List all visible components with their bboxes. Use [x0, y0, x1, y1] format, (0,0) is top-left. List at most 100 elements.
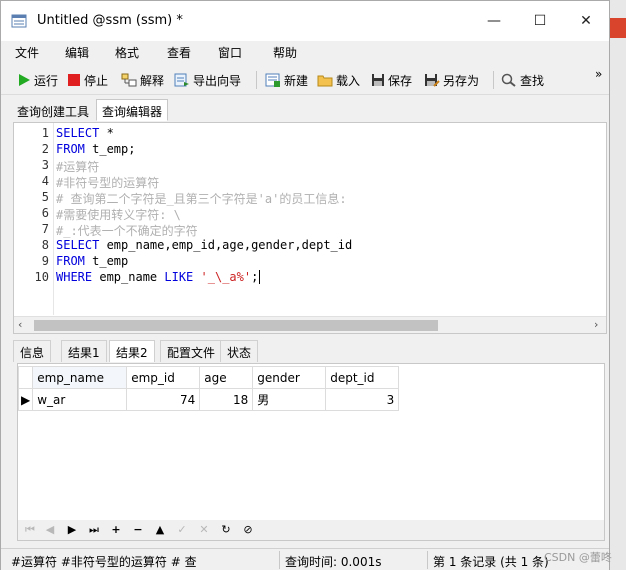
table-cell[interactable]: 3 — [325, 388, 400, 411]
query-tabs: 查询创建工具 查询编辑器 — [11, 97, 609, 121]
load-button[interactable]: 载入 — [317, 71, 360, 89]
tab-result-1[interactable]: 结果1 — [61, 340, 107, 362]
new-button[interactable]: 新建 — [265, 71, 308, 89]
column-header[interactable]: age — [199, 366, 254, 389]
menu-format[interactable]: 格式 — [115, 44, 139, 61]
tab-query-editor[interactable]: 查询编辑器 — [96, 99, 169, 121]
sql-keyword: SELECT — [56, 126, 100, 140]
next-record-icon[interactable]: ▶ — [64, 522, 80, 538]
table-header-row: emp_name emp_id age gender dept_id — [17, 366, 400, 389]
sql-comment: #需要使用转义字符: \ — [56, 208, 181, 222]
scrollbar-thumb[interactable] — [34, 320, 438, 331]
menu-edit[interactable]: 编辑 — [65, 44, 89, 61]
sql-comment: #非符号型的运算符 — [56, 176, 160, 190]
line-number: 3 — [41, 158, 49, 172]
close-button[interactable]: ✕ — [575, 10, 597, 32]
code-line: FROM t_emp; — [56, 142, 135, 156]
status-sql-preview: #运算符 #非符号型的运算符 # 查 — [11, 555, 197, 569]
tab-info[interactable]: 信息 — [13, 340, 52, 362]
code-line: SELECT * — [56, 126, 114, 140]
load-label: 载入 — [336, 73, 361, 88]
find-button[interactable]: 查找 — [501, 71, 544, 89]
line-number: 6 — [41, 206, 49, 220]
save-icon — [372, 74, 384, 86]
new-label: 新建 — [284, 73, 309, 88]
menu-file[interactable]: 文件 — [15, 44, 39, 61]
line-number-gutter: 1 2 3 4 5 6 7 8 9 10 — [14, 123, 54, 315]
code-line: SELECT emp_name,emp_id,age,gender,dept_i… — [56, 238, 352, 252]
save-label: 保存 — [388, 73, 413, 88]
column-header[interactable]: dept_id — [325, 366, 400, 389]
first-record-icon[interactable]: ⏮ — [22, 522, 38, 538]
menu-window[interactable]: 窗口 — [218, 44, 242, 61]
menu-help[interactable]: 帮助 — [273, 44, 297, 61]
sql-comment: #运算符 — [56, 160, 100, 174]
last-record-icon[interactable]: ⏭ — [86, 522, 102, 538]
apply-changes-icon[interactable]: ▲ — [152, 522, 168, 538]
export-icon — [174, 73, 189, 87]
previous-record-icon[interactable]: ◀ — [42, 522, 58, 538]
save-button[interactable]: 保存 — [371, 71, 412, 89]
confirm-changes-icon[interactable]: ✓ — [174, 522, 190, 538]
column-header[interactable]: gender — [252, 366, 327, 389]
record-navigation-bar: ⏮ ◀ ▶ ⏭ + − ▲ ✓ ✕ ↻ ⊘ — [18, 520, 604, 540]
tab-query-builder[interactable]: 查询创建工具 — [11, 99, 95, 121]
find-label: 查找 — [520, 73, 545, 88]
play-icon — [19, 74, 30, 86]
toolbar-divider — [493, 71, 494, 89]
result-table: emp_name emp_id age gender dept_id ▶ w_a… — [17, 366, 400, 411]
sql-editor[interactable]: 1 2 3 4 5 6 7 8 9 10 SELECT * FROM t_emp… — [13, 122, 607, 334]
sql-text: t_emp; — [84, 142, 136, 156]
table-cell[interactable]: 18 — [199, 388, 254, 411]
result-grid: emp_name emp_id age gender dept_id ▶ w_a… — [17, 363, 605, 541]
stop-button[interactable]: 停止 — [67, 71, 108, 89]
new-query-icon — [265, 73, 280, 87]
editor-horizontal-scrollbar[interactable]: ‹ › — [14, 316, 606, 333]
tab-profile[interactable]: 配置文件 — [160, 340, 223, 362]
stop-refresh-icon[interactable]: ⊘ — [240, 522, 256, 538]
sql-string: '_\_a%' — [200, 270, 252, 284]
sql-comment: #_:代表一个不确定的字符 — [56, 224, 198, 238]
line-number: 1 — [41, 126, 49, 140]
line-number: 8 — [41, 238, 49, 252]
column-header[interactable]: emp_name — [32, 366, 128, 389]
explain-button[interactable]: 解释 — [121, 71, 164, 89]
export-wizard-button[interactable]: 导出向导 — [174, 71, 241, 89]
add-record-icon[interactable]: + — [108, 522, 124, 538]
code-line: WHERE emp_name LIKE '_\_a%'; — [56, 270, 261, 284]
status-divider — [427, 551, 428, 569]
tab-result-2[interactable]: 结果2 — [109, 340, 155, 362]
table-row[interactable]: ▶ w_ar 74 18 男 3 — [17, 388, 400, 411]
maximize-button[interactable]: ☐ — [529, 10, 551, 32]
title-bar: Untitled @ssm (ssm) * — ☐ ✕ — [1, 1, 609, 41]
line-number: 7 — [41, 222, 49, 236]
search-icon — [501, 73, 516, 87]
run-label: 运行 — [34, 73, 59, 88]
minimize-button[interactable]: — — [483, 10, 505, 32]
save-as-label: 另存为 — [443, 73, 480, 88]
discard-changes-icon[interactable]: ✕ — [196, 522, 212, 538]
refresh-icon[interactable]: ↻ — [218, 522, 234, 538]
scroll-left-icon[interactable]: ‹ — [18, 318, 22, 331]
app-window: Untitled @ssm (ssm) * — ☐ ✕ 文件 编辑 格式 查看 … — [0, 0, 610, 570]
sql-text: t_emp — [84, 254, 129, 268]
table-cell[interactable]: w_ar — [32, 388, 128, 411]
row-marker-header — [17, 366, 34, 389]
tab-status[interactable]: 状态 — [220, 340, 259, 362]
toolbar-overflow-button[interactable]: » — [595, 67, 602, 81]
line-number: 10 — [34, 270, 49, 284]
menu-view[interactable]: 查看 — [167, 44, 191, 61]
column-header[interactable]: emp_id — [126, 366, 201, 389]
sql-text: emp_name — [92, 270, 165, 284]
delete-record-icon[interactable]: − — [130, 522, 146, 538]
table-cell[interactable]: 男 — [252, 388, 327, 411]
run-button[interactable]: 运行 — [17, 71, 58, 89]
sql-keyword: SELECT — [56, 238, 100, 252]
line-number: 5 — [41, 190, 49, 204]
status-divider — [279, 551, 280, 569]
save-as-button[interactable]: 另存为 — [424, 71, 479, 89]
line-number: 4 — [41, 174, 49, 188]
table-cell[interactable]: 74 — [126, 388, 201, 411]
menu-bar: 文件 编辑 格式 查看 窗口 帮助 — [1, 41, 609, 63]
scroll-right-icon[interactable]: › — [594, 318, 598, 331]
